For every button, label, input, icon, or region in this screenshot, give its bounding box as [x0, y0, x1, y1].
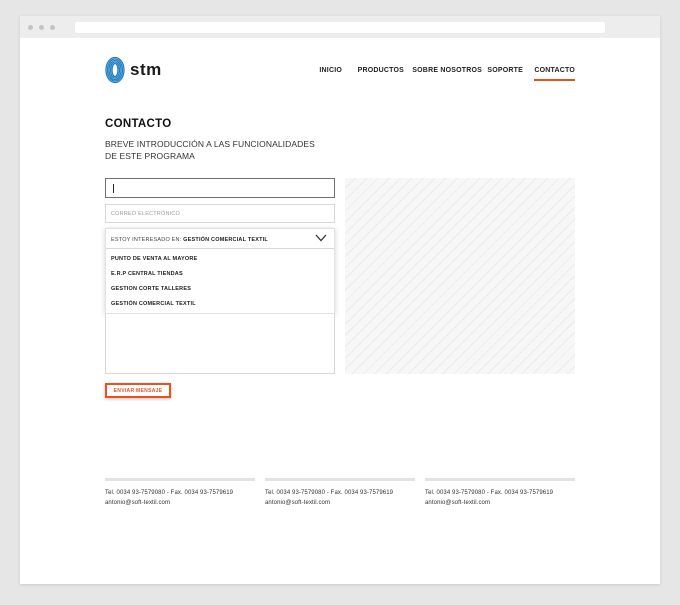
- text-caret: [113, 184, 114, 193]
- page-title: CONTACTO: [105, 118, 172, 130]
- site-logo[interactable]: stm: [105, 56, 175, 84]
- interest-prefix: ESTOY INTERESADO EN:: [111, 237, 182, 243]
- map-placeholder: [345, 178, 575, 374]
- footer-divider: [425, 478, 575, 481]
- interest-option[interactable]: PUNTO DE VENTA AL MAYORE: [111, 256, 197, 262]
- name-input[interactable]: [105, 178, 335, 198]
- email-input[interactable]: CORREO ELECTRÓNICO: [105, 204, 335, 223]
- footer-phone: Tel. 0034 93-7579080 - Fax. 0034 93-7579…: [425, 490, 554, 496]
- interest-label: ESTOY INTERESADO EN: GESTIÓN COMERCIAL T…: [111, 237, 268, 243]
- nav-item-contacto[interactable]: CONTACTO: [534, 67, 575, 81]
- address-bar[interactable]: [75, 22, 605, 33]
- footer-email-link[interactable]: antonio@soft-textil.com: [265, 500, 330, 506]
- interest-option[interactable]: GESTION CORTE TALLERES: [111, 286, 191, 292]
- interest-dropdown-toggle[interactable]: ESTOY INTERESADO EN: GESTIÓN COMERCIAL T…: [106, 229, 334, 249]
- stm-coil-logo-icon: [105, 56, 125, 84]
- browser-titlebar: [20, 16, 660, 38]
- page-subtitle: BREVE INTRODUCCIÓN A LAS FUNCIONALIDADES…: [105, 138, 345, 162]
- page-subtitle-line-1: BREVE INTRODUCCIÓN A LAS FUNCIONALIDADES: [105, 139, 315, 149]
- nav-item-soporte[interactable]: SOPORTE: [487, 67, 523, 74]
- send-message-button[interactable]: ENVIAR MENSAJE: [105, 383, 171, 398]
- interest-option[interactable]: GESTIÓN COMERCIAL TEXTIL: [111, 301, 196, 307]
- interest-option[interactable]: E.R.P CENTRAL TIENDAS: [111, 271, 183, 277]
- footer-divider: [105, 478, 255, 481]
- nav-item-inicio[interactable]: INICIO: [319, 67, 342, 74]
- send-message-label: ENVIAR MENSAJE: [113, 388, 163, 394]
- message-textarea[interactable]: [105, 314, 335, 374]
- window-maximize-dot[interactable]: [50, 25, 55, 30]
- window-close-dot[interactable]: [28, 25, 33, 30]
- footer-contact-block: Tel. 0034 93-7579080 - Fax. 0034 93-7579…: [105, 478, 255, 518]
- email-placeholder: CORREO ELECTRÓNICO: [111, 211, 180, 217]
- page-subtitle-line-2: DE ESTE PROGRAMA: [105, 151, 195, 161]
- window-minimize-dot[interactable]: [39, 25, 44, 30]
- footer-divider: [265, 478, 415, 481]
- browser-window: stm INICIO PRODUCTOS SOBRE NOSOTROS SOPO…: [20, 16, 660, 584]
- footer-email-link[interactable]: antonio@soft-textil.com: [105, 500, 170, 506]
- footer-contact-block: Tel. 0034 93-7579080 - Fax. 0034 93-7579…: [265, 478, 415, 518]
- nav-item-sobre-nosotros[interactable]: SOBRE NOSOTROS: [412, 67, 482, 74]
- nav-item-productos[interactable]: PRODUCTOS: [358, 67, 404, 74]
- footer-email-link[interactable]: antonio@soft-textil.com: [425, 500, 490, 506]
- interest-dropdown[interactable]: ESTOY INTERESADO EN: GESTIÓN COMERCIAL T…: [105, 228, 335, 314]
- interest-selected-value: GESTIÓN COMERCIAL TEXTIL: [183, 237, 268, 243]
- logo-wordmark: stm: [130, 60, 162, 79]
- footer-phone: Tel. 0034 93-7579080 - Fax. 0034 93-7579…: [105, 490, 234, 496]
- footer-contact-block: Tel. 0034 93-7579080 - Fax. 0034 93-7579…: [425, 478, 575, 518]
- footer-phone: Tel. 0034 93-7579080 - Fax. 0034 93-7579…: [265, 490, 394, 496]
- chevron-down-icon[interactable]: [315, 234, 327, 242]
